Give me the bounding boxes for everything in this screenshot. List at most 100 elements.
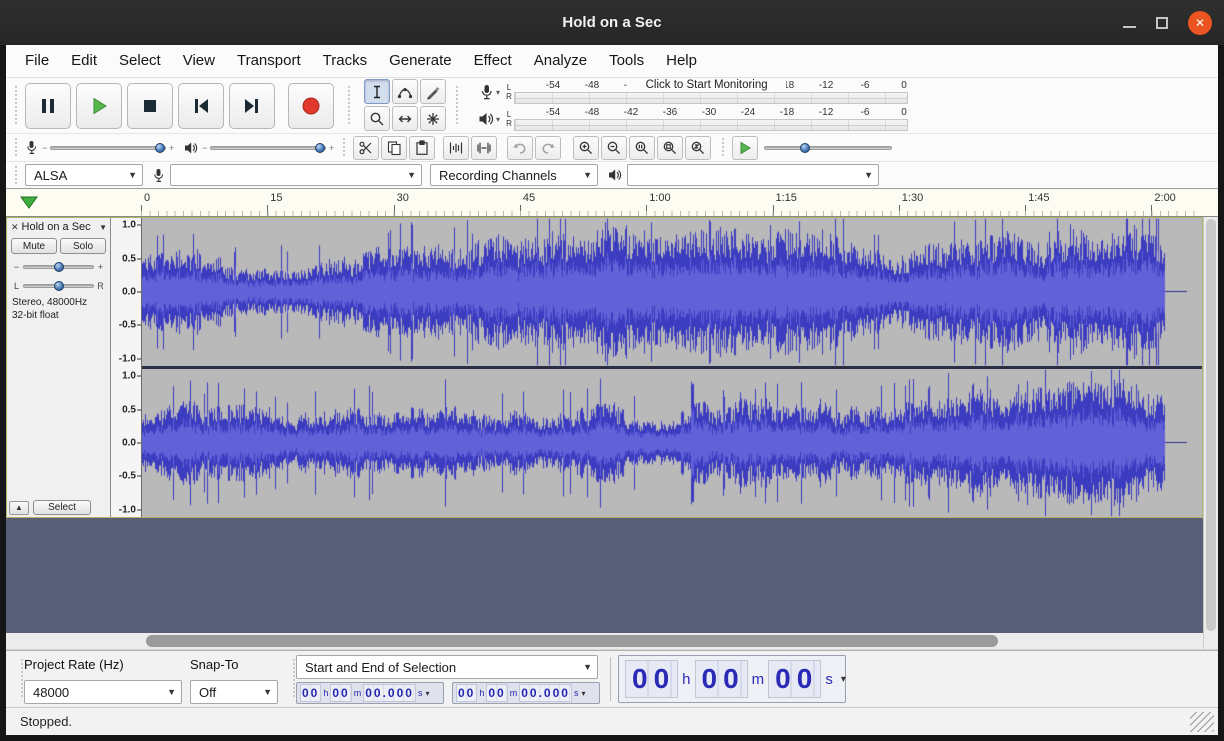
recording-volume-slider[interactable]: − + (42, 143, 174, 153)
zoom-in-button[interactable] (573, 136, 599, 160)
toolbar-grip[interactable] (455, 86, 460, 125)
timeshift-tool-button[interactable] (392, 106, 418, 131)
track-title[interactable]: Hold on a Sec (22, 221, 97, 233)
play-button[interactable] (76, 83, 122, 129)
chevron-down-icon[interactable]: ▾ (581, 689, 585, 698)
draw-tool-button[interactable] (420, 79, 446, 104)
toolbar-grip[interactable] (14, 86, 19, 125)
recording-meter[interactable]: ▾ LR -54-48-42-36-30-24-18-12-60Click to… (476, 79, 912, 106)
menu-item-analyze[interactable]: Analyze (523, 45, 598, 77)
monitoring-overlay[interactable]: Click to Start Monitoring (627, 79, 786, 92)
audio-position-field[interactable]: 00h 00m 00s ▾ (618, 655, 846, 703)
timeline-tick (267, 205, 268, 216)
recording-device-select[interactable]: ▼ (170, 164, 422, 186)
timeshift-tool-icon (397, 111, 413, 127)
horizontal-scrollbar[interactable] (6, 633, 1218, 650)
close-button[interactable]: ✕ (1188, 11, 1212, 35)
menu-item-generate[interactable]: Generate (378, 45, 463, 77)
project-rate-select[interactable]: 48000 ▼ (24, 680, 182, 704)
maximize-button[interactable] (1156, 17, 1168, 29)
vertical-scrollbar-thumb[interactable] (1206, 219, 1216, 631)
skip-to-end-button[interactable] (229, 83, 275, 129)
draw-tool-icon (425, 84, 441, 100)
horizontal-scrollbar-thumb[interactable] (146, 635, 998, 647)
playback-meter-scale: -54-48-42-36-30-24-18-12-60 (514, 106, 912, 133)
paste-button[interactable] (409, 136, 435, 160)
timeline-scale[interactable]: 01530451:001:151:301:452:00 (141, 189, 1199, 216)
minimize-button[interactable] (1123, 17, 1136, 28)
selection-start-field[interactable]: 00h 00m 00.000s ▾ (296, 682, 444, 704)
timeline-pin-icon[interactable] (20, 196, 38, 209)
menu-item-select[interactable]: Select (108, 45, 172, 77)
redo-button[interactable] (535, 136, 561, 160)
record-button[interactable] (288, 83, 334, 129)
toolbar-grip[interactable] (342, 138, 347, 157)
menu-bar: FileEditSelectViewTransportTracksGenerat… (6, 45, 1218, 78)
menu-item-tools[interactable]: Tools (598, 45, 655, 77)
trim-audio-button[interactable] (443, 136, 469, 160)
waveform-left-channel[interactable] (142, 218, 1200, 366)
play-at-speed-button[interactable] (732, 136, 758, 160)
snap-to-select[interactable]: Off ▼ (190, 680, 278, 704)
fit-selection-icon (634, 140, 650, 156)
waveform-right-channel[interactable] (142, 369, 1200, 517)
track-menu-button[interactable]: ▼ (99, 223, 107, 232)
pause-button[interactable] (25, 83, 71, 129)
track-close-button[interactable]: ✕ (11, 222, 19, 233)
toolbar-grip[interactable] (721, 138, 726, 157)
menu-item-edit[interactable]: Edit (60, 45, 108, 77)
chevron-down-icon[interactable]: ▾ (841, 674, 846, 685)
selection-mode-select[interactable]: Start and End of Selection ▼ (296, 655, 598, 679)
vertical-scrollbar[interactable] (1203, 217, 1218, 633)
recording-meter-lanes (514, 92, 908, 104)
zoom-toggle-button[interactable] (685, 136, 711, 160)
solo-button[interactable]: Solo (60, 238, 106, 254)
toolbar-grip[interactable] (14, 138, 19, 157)
menu-item-file[interactable]: File (14, 45, 60, 77)
envelope-tool-button[interactable] (392, 79, 418, 104)
zoom-out-button[interactable] (601, 136, 627, 160)
recording-channels-select[interactable]: Recording Channels ▼ (430, 164, 598, 186)
multi-tool-button[interactable] (420, 106, 446, 131)
stop-button[interactable] (127, 83, 173, 129)
chevron-down-icon[interactable]: ▾ (425, 689, 429, 698)
mute-button[interactable]: Mute (11, 238, 57, 254)
menu-item-effect[interactable]: Effect (463, 45, 523, 77)
selection-end-field[interactable]: 00h 00m 00.000s ▾ (452, 682, 600, 704)
pan-slider[interactable]: L R (7, 276, 110, 295)
toolbar-separator (610, 657, 611, 701)
menu-item-tracks[interactable]: Tracks (312, 45, 378, 77)
selection-tool-button[interactable] (364, 79, 390, 104)
gain-slider[interactable]: − + (7, 257, 110, 276)
chevron-down-icon: ▼ (583, 170, 592, 180)
window-controls: ✕ (1123, 0, 1212, 45)
collapse-button[interactable]: ▲ (9, 501, 29, 515)
menu-item-transport[interactable]: Transport (226, 45, 312, 77)
fit-selection-button[interactable] (629, 136, 655, 160)
resize-grip[interactable] (1190, 712, 1214, 732)
meter-menu-icon[interactable]: ▾ (496, 88, 504, 97)
zoom-tool-button[interactable] (364, 106, 390, 131)
vertical-scale-ruler[interactable]: 1.00.50.0-0.5-1.0 1.00.50.0-0.5-1.0 (111, 218, 142, 517)
playback-volume-slider[interactable]: − + (202, 143, 334, 153)
toolbar-grip[interactable] (347, 86, 352, 125)
chevron-down-icon: ▼ (407, 170, 416, 180)
meter-menu-icon[interactable]: ▾ (496, 115, 504, 124)
select-button[interactable]: Select (33, 500, 91, 515)
audio-host-select[interactable]: ALSA ▼ (25, 164, 143, 186)
cut-button[interactable] (353, 136, 379, 160)
playback-device-select[interactable]: ▼ (627, 164, 879, 186)
fit-project-button[interactable] (657, 136, 683, 160)
copy-button[interactable] (381, 136, 407, 160)
timeline-ruler[interactable]: 01530451:001:151:301:452:00 (6, 189, 1218, 217)
menu-item-help[interactable]: Help (655, 45, 708, 77)
playback-speed-slider[interactable] (764, 146, 892, 150)
silence-audio-button[interactable] (471, 136, 497, 160)
playback-meter[interactable]: ▾ LR -54-48-42-36-30-24-18-12-60 (476, 106, 912, 133)
menu-item-view[interactable]: View (172, 45, 226, 77)
window-titlebar[interactable]: Hold on a Sec ✕ (0, 0, 1224, 45)
undo-button[interactable] (507, 136, 533, 160)
skip-to-start-button[interactable] (178, 83, 224, 129)
toolbar-grip[interactable] (14, 166, 19, 184)
project-rate-value: 48000 (33, 685, 69, 700)
